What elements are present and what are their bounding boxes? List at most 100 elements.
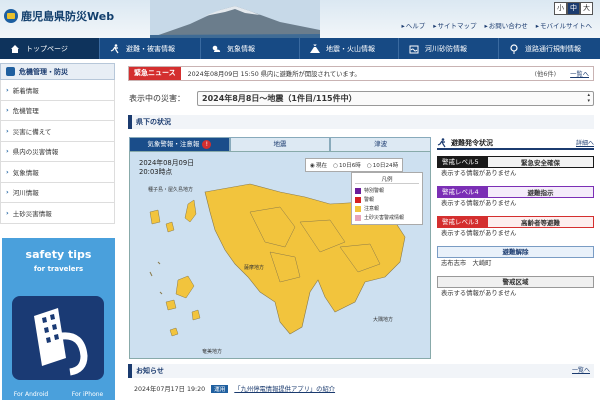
sidebar: 危機管理・防災 新着情報 危機管理 災害に備えて 県内の災害情報 気象情報 河川… <box>0 63 115 224</box>
map-date: 2024年08月09日 <box>139 159 194 167</box>
news-badge: 運用 <box>211 384 229 393</box>
emergency-tag: 緊急ニュース <box>129 67 181 80</box>
font-size-switcher: 小 中 大 <box>554 2 593 15</box>
sidebar-item-disaster-info[interactable]: 県内の災害情報 <box>0 141 115 162</box>
legend-item: 特別警報 <box>355 186 419 195</box>
legend-item: 土砂災害警戒情報 <box>355 213 419 222</box>
alert-icon: ! <box>202 140 212 149</box>
map-legend: 凡例 特別警報 警報 注意報 土砂災害警戒情報 <box>351 172 423 225</box>
news-date: 2024年07月17日 19:20 <box>134 386 206 393</box>
level3-row[interactable]: 警戒レベル3 高齢者等避難 <box>437 216 594 228</box>
font-large-button[interactable]: 大 <box>580 2 593 15</box>
site-header: 鹿児島県防災Web 小 中 大 ヘルプ サイトマップ お問い合わせ モバイルサイ… <box>0 0 600 38</box>
emergency-news-bar: 緊急ニュース 2024年08月09日 15:50 県内に避難所が開設されています… <box>128 66 594 81</box>
tab-weather-warnings[interactable]: 気象警報・注意報! <box>129 137 230 151</box>
banner-subtitle: for travelers <box>33 265 84 273</box>
time-option-10d6h[interactable]: 10日6時 <box>333 161 361 169</box>
nav-earthquake-volcano[interactable]: 地震・火山情報 <box>300 38 399 59</box>
font-medium-button[interactable]: 中 <box>567 2 580 15</box>
nav-evacuation[interactable]: 避難・被害情報 <box>100 38 201 59</box>
level4-row[interactable]: 警戒レベル4 避難指示 <box>437 186 594 198</box>
legend-item: 注意報 <box>355 204 419 213</box>
legend-label: 警報 <box>364 197 375 203</box>
legend-label: 土砂災害警戒情報 <box>364 215 405 221</box>
sidebar-item-news[interactable]: 新着情報 <box>0 80 115 101</box>
nav-label: 地震・火山情報 <box>326 44 375 53</box>
tab-tsunami[interactable]: 津波 <box>330 137 432 151</box>
level-tag: 警戒レベル4 <box>438 186 488 198</box>
legend-label: 注意報 <box>364 206 380 212</box>
sidebar-item-crisis[interactable]: 危機管理 <box>0 100 115 121</box>
sidebar-heading-label: 危機管理・防災 <box>19 67 68 76</box>
font-small-button[interactable]: 小 <box>554 2 567 15</box>
news-link[interactable]: 「九州停電情報提供アプリ」の紹介 <box>234 384 335 393</box>
running-person-icon <box>110 43 119 53</box>
nav-label: 道路通行規制情報 <box>525 44 581 53</box>
region-label-satsuma: 薩摩地方 <box>244 265 265 271</box>
level5-note: 表示する情報がありません <box>441 170 517 177</box>
global-nav: トップページ 避難・被害情報 気象情報 地震・火山情報 河川砂防情報 道路通行規… <box>0 38 600 59</box>
evacuation-lift-row[interactable]: 避難解除 <box>437 246 594 258</box>
site-logo[interactable]: 鹿児島県防災Web <box>4 8 114 24</box>
disaster-select[interactable]: 2024年8月8日〜地震（1件目/115件中） <box>197 91 594 106</box>
emergency-count: (他6件) <box>534 71 557 78</box>
safety-tips-banner[interactable]: safety tips for travelers For Android Fo… <box>2 238 115 400</box>
river-icon <box>409 45 419 53</box>
news-list-link[interactable]: 一覧へ <box>572 364 590 378</box>
nav-road-regulation[interactable]: 道路通行規制情報 <box>499 38 600 59</box>
sidebar-item-river[interactable]: 河川情報 <box>0 182 115 203</box>
level3-note: 表示する情報がありません <box>441 230 517 237</box>
evacuation-panel: 避難発令状況 詳細へ 警戒レベル5 緊急安全確保 表示する情報がありません 警戒… <box>437 137 594 300</box>
time-option-now[interactable]: 現在 <box>310 161 327 169</box>
level-name: 高齢者等避難 <box>521 219 560 227</box>
tab-label: 気象警報・注意報 <box>147 140 200 148</box>
building-shake-icon <box>34 308 88 376</box>
nav-river[interactable]: 河川砂防情報 <box>399 38 499 59</box>
nav-label: 河川砂防情報 <box>425 44 467 53</box>
sidebar-item-weather[interactable]: 気象情報 <box>0 162 115 183</box>
logo-icon <box>4 9 18 23</box>
nav-label: 気象情報 <box>227 44 255 53</box>
disaster-label: 表示中の災害： <box>129 94 185 103</box>
tab-earthquake[interactable]: 地震 <box>229 137 331 151</box>
map-time: 20:03時点 <box>139 168 173 176</box>
evacuation-heading: 避難発令状況 詳細へ <box>437 137 594 150</box>
region-label-amami: 奄美地方 <box>202 349 223 355</box>
home-icon <box>11 44 19 53</box>
shield-icon <box>6 67 15 76</box>
level-name: 緊急安全確保 <box>521 159 560 167</box>
contact-link[interactable]: お問い合わせ <box>484 20 528 30</box>
iphone-link[interactable]: For iPhone <box>72 391 104 398</box>
sidebar-item-prepare[interactable]: 災害に備えて <box>0 121 115 142</box>
disaster-selector: 表示中の災害： 2024年8月8日〜地震（1件目/115件中） <box>129 91 594 106</box>
news-item: 2024年07月17日 19:20 運用 「九州停電情報提供アプリ」の紹介 <box>134 384 335 393</box>
banner-title: safety tips <box>25 248 92 261</box>
warning-zone-row[interactable]: 警戒区域 <box>437 276 594 288</box>
evacuation-detail-link[interactable]: 詳細へ <box>576 138 594 147</box>
road-icon <box>510 43 518 54</box>
nav-top-page[interactable]: トップページ <box>0 38 100 59</box>
nav-label: トップページ <box>26 44 68 53</box>
level-tag: 警戒レベル5 <box>438 156 488 168</box>
emergency-list-link[interactable]: 一覧へ <box>570 69 589 78</box>
running-person-icon <box>437 137 446 147</box>
sidebar-heading: 危機管理・防災 <box>0 63 115 80</box>
legend-item: 警報 <box>355 195 419 204</box>
level4-note: 表示する情報がありません <box>441 200 517 207</box>
android-link[interactable]: For Android <box>14 391 48 398</box>
sidebar-item-landslide[interactable]: 土砂災害情報 <box>0 203 115 224</box>
map-timestamp: 2024年08月09日 20:03時点 <box>139 159 194 177</box>
time-option-10d24h[interactable]: 10日24時 <box>367 161 398 169</box>
evacuation-title: 避難発令状況 <box>451 138 493 147</box>
emergency-text[interactable]: 2024年08月09日 15:50 県内に避難所が開設されています。 <box>188 69 535 78</box>
volcano-icon <box>310 43 320 53</box>
nav-weather[interactable]: 気象情報 <box>201 38 300 59</box>
sitemap-link[interactable]: サイトマップ <box>433 20 476 30</box>
mobile-site-link[interactable]: モバイルサイトへ <box>536 20 592 30</box>
news-title: お知らせ <box>136 367 164 375</box>
level5-row[interactable]: 警戒レベル5 緊急安全確保 <box>437 156 594 168</box>
warning-zone-note: 表示する情報がありません <box>441 290 517 297</box>
help-link[interactable]: ヘルプ <box>401 20 426 30</box>
legend-swatch <box>355 187 361 194</box>
warning-map[interactable]: 2024年08月09日 20:03時点 現在 10日6時 10日24時 凡例 特… <box>129 151 431 359</box>
